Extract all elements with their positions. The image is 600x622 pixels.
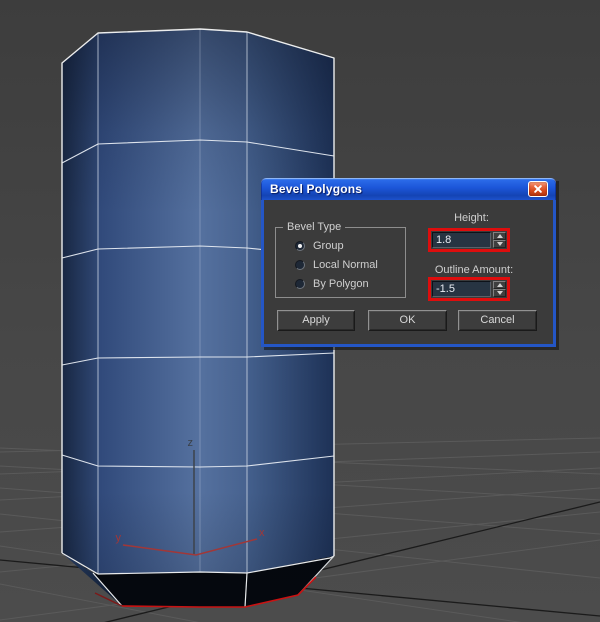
radio-unselected-icon[interactable] [295,260,305,270]
bevel-polygons-dialog: Bevel Polygons Bevel Type Group Local No… [261,178,556,347]
height-spinner-down[interactable] [493,240,506,248]
dialog-body: Bevel Type Group Local Normal By Polygon… [261,200,556,347]
height-spinner [493,232,506,248]
height-annotation-box [428,228,510,252]
outline-annotation-box [428,277,510,301]
axis-y-label: y [116,532,122,544]
outline-spinner [493,281,506,297]
bevel-type-legend: Bevel Type [283,221,346,233]
height-spinner-up[interactable] [493,232,506,240]
arrow-up-icon [496,283,503,287]
dialog-title: Bevel Polygons [270,182,363,196]
dialog-titlebar[interactable]: Bevel Polygons [261,178,556,200]
radio-group-label: Group [313,240,344,252]
radio-unselected-icon[interactable] [295,279,305,289]
arrow-up-icon [496,234,503,238]
close-button[interactable] [528,181,548,197]
ok-button[interactable]: OK [368,310,447,331]
radio-local-normal-label: Local Normal [313,259,378,271]
height-input[interactable] [432,232,491,248]
outline-spinner-up[interactable] [493,281,506,289]
radio-by-polygon-label: By Polygon [313,278,369,290]
apply-button[interactable]: Apply [277,310,355,331]
bevel-type-groupbox: Bevel Type Group Local Normal By Polygon [275,221,406,298]
radio-local-normal[interactable]: Local Normal [295,258,378,272]
outline-amount-input[interactable] [432,281,491,297]
arrow-down-icon [496,291,503,295]
outline-amount-label: Outline Amount: [434,264,514,276]
cancel-button[interactable]: Cancel [458,310,537,331]
axis-x-label: x [259,527,265,539]
axis-z-label: z [188,437,194,449]
radio-selected-icon[interactable] [295,241,305,251]
radio-by-polygon[interactable]: By Polygon [295,277,369,291]
max-viewport-screenshot: z y x Bevel Polygons Bevel Type Group Lo… [0,0,600,622]
height-label: Height: [454,212,489,224]
arrow-down-icon [496,242,503,246]
radio-group[interactable]: Group [295,239,344,253]
outline-spinner-down[interactable] [493,289,506,297]
